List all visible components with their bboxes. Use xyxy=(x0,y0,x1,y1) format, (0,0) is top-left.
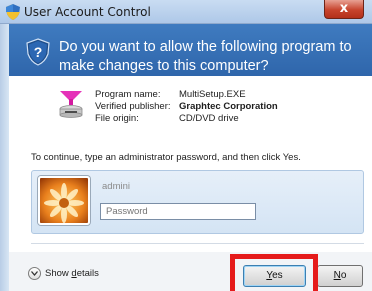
program-name-value: MultiSetup.EXE xyxy=(179,89,246,100)
svg-text:?: ? xyxy=(34,44,43,60)
chevron-down-icon[interactable] xyxy=(28,267,41,280)
file-origin-row: File origin: CD/DVD drive xyxy=(95,113,278,125)
window-frame-left xyxy=(0,24,9,291)
program-name-label: Program name: xyxy=(95,89,161,100)
publisher-value: Graphtec Corporation xyxy=(179,101,278,112)
show-details-toggle[interactable]: Show details xyxy=(28,267,99,280)
flower-icon xyxy=(40,178,88,223)
show-details-label[interactable]: Show details xyxy=(45,268,99,279)
title-bar: User Account Control x xyxy=(0,0,372,24)
question-shield-icon: ? xyxy=(26,38,50,66)
file-origin-label: File origin: xyxy=(95,113,139,124)
uac-prompt-message: Do you want to allow the following progr… xyxy=(59,39,352,74)
program-name-row: Program name: MultiSetup.EXE xyxy=(95,89,278,101)
publisher-label: Verified publisher: xyxy=(95,101,171,112)
uac-banner: ? Do you want to allow the following pro… xyxy=(9,24,372,76)
yes-button[interactable]: Yes xyxy=(243,265,306,287)
instruction-text: To continue, type an administrator passw… xyxy=(31,152,301,163)
close-button[interactable]: x xyxy=(324,0,364,19)
password-input[interactable] xyxy=(100,203,256,220)
program-info: Program name: MultiSetup.EXE Verified pub… xyxy=(95,89,278,125)
uac-shield-icon xyxy=(6,4,20,20)
user-avatar xyxy=(38,176,90,225)
window-title: User Account Control xyxy=(24,5,151,19)
username-label: admini xyxy=(102,181,130,192)
no-button[interactable]: No xyxy=(317,265,363,287)
installer-icon xyxy=(59,91,83,118)
publisher-row: Verified publisher: Graphtec Corporation xyxy=(95,101,278,113)
footer-divider xyxy=(31,243,364,244)
file-origin-value: CD/DVD drive xyxy=(179,113,239,124)
